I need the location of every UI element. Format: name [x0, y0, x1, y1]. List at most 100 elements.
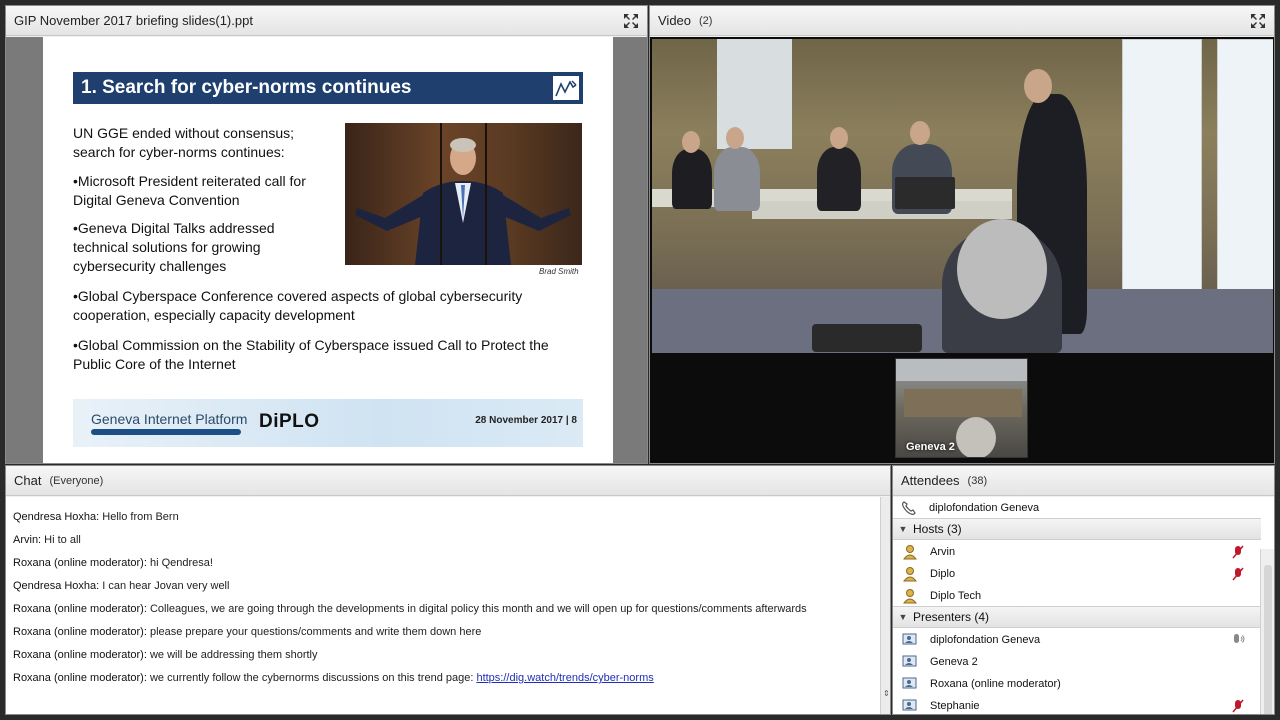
video-pod-title: Video	[658, 13, 692, 28]
slide-line: UN GGE ended without consensus;	[73, 125, 295, 141]
scrollbar-thumb[interactable]	[1264, 565, 1272, 714]
slide-line: •Geneva Digital Talks addressed	[73, 220, 275, 236]
person-head	[830, 127, 848, 149]
slide-canvas: 1. Search for cyber-norms continues UN G…	[6, 37, 647, 463]
person	[817, 147, 861, 211]
person-head	[1024, 69, 1052, 103]
share-pod-title: GIP November 2017 briefing slides(1).ppt	[14, 13, 253, 28]
slide-line: Public Core of the Internet	[73, 356, 236, 372]
chat-sender: Roxana (online moderator):	[13, 649, 147, 661]
attendee-row[interactable]: Diplo	[893, 563, 1261, 585]
person	[672, 149, 712, 209]
mic-muted-icon[interactable]	[1231, 567, 1245, 581]
thumbnail-label: Geneva 2	[906, 441, 955, 453]
presenters-group[interactable]: ▼ Presenters (4)	[893, 606, 1261, 628]
scroll-arrows-icon[interactable]: ⇕	[883, 689, 890, 698]
slide-line: •Global Commission on the Stability of C…	[73, 337, 549, 353]
gip-logo-text: Geneva Internet Platform	[91, 411, 248, 427]
slide-intro: UN GGE ended without consensus; search f…	[73, 124, 294, 162]
attendees-count: (38)	[967, 474, 988, 487]
chat-pod: Chat (Everyone) Qendresa Hoxha: Hello fr…	[5, 465, 891, 715]
attendee-name: diplofondation Geneva	[930, 634, 1041, 646]
presenter-icon	[902, 698, 920, 714]
host-user-icon	[902, 544, 920, 560]
chat-sender: Arvin:	[13, 534, 42, 546]
attendee-name: Arvin	[930, 546, 956, 558]
slide-bullet-3: •Global Cyberspace Conference covered as…	[73, 287, 522, 325]
slide: 1. Search for cyber-norms continues UN G…	[43, 37, 613, 463]
person-head	[726, 127, 744, 149]
slide-heading-text: 1. Search for cyber-norms continues	[81, 77, 412, 98]
attendee-row[interactable]: Geneva 2	[893, 651, 1261, 673]
chat-message: Qendresa Hoxha: I can hear Jovan very we…	[13, 580, 873, 603]
mic-active-icon[interactable]	[1231, 633, 1245, 647]
chat-scope: (Everyone)	[49, 474, 104, 487]
attendees-pod-title: Attendees	[901, 473, 960, 488]
slide-line: •Microsoft President reiterated call for	[73, 173, 306, 189]
slide-line: cybersecurity challenges	[73, 258, 227, 274]
slide-bullet-1: •Microsoft President reiterated call for…	[73, 172, 306, 210]
attendee-name: Diplo Tech	[930, 590, 982, 602]
attendee-row[interactable]: Arvin	[893, 541, 1261, 563]
main-video-feed[interactable]	[652, 39, 1273, 353]
chat-sender: Roxana (online moderator):	[13, 603, 147, 615]
share-pod: GIP November 2017 briefing slides(1).ppt…	[5, 5, 648, 464]
laptop	[895, 177, 955, 209]
mic-muted-icon[interactable]	[1231, 545, 1245, 559]
gip-swoosh	[91, 429, 241, 435]
chat-sender: Qendresa Hoxha:	[13, 511, 100, 523]
video-pod: Video (2) Geneva 2	[649, 5, 1275, 464]
chat-text: please prepare your questions/comments a…	[146, 626, 482, 638]
bag	[812, 324, 922, 352]
slide-footer-date: 28 November 2017 | 8	[475, 415, 577, 426]
chat-text: I can hear Jovan very well	[99, 580, 230, 592]
chat-messages: Qendresa Hoxha: Hello from Bern Arvin: H…	[6, 497, 880, 714]
banner-stand	[1217, 39, 1273, 299]
mic-muted-icon[interactable]	[1231, 699, 1245, 713]
chat-message: Qendresa Hoxha: Hello from Bern	[13, 511, 873, 534]
chat-text: we currently follow the cybernorms discu…	[146, 672, 477, 684]
current-user-row[interactable]: diplofondation Geneva	[893, 497, 1261, 519]
chat-text: Hi to all	[41, 534, 81, 546]
attendee-row[interactable]: Diplo Tech	[893, 585, 1261, 607]
trend-page-link[interactable]: https://dig.watch/trends/cyber-norms	[476, 672, 653, 684]
chat-message: Roxana (online moderator): hi Qendresa!	[13, 557, 873, 580]
video-body: Geneva 2	[650, 37, 1274, 463]
chat-sender: Roxana (online moderator):	[13, 626, 147, 638]
presenter-icon	[902, 632, 920, 648]
chat-scrollbar[interactable]: ⇕	[880, 497, 890, 714]
host-user-icon	[902, 566, 920, 582]
diplo-logo: DiPLO	[259, 411, 320, 432]
slide-line: cooperation, especially capacity develop…	[73, 307, 355, 323]
hosts-group[interactable]: ▼ Hosts (3)	[893, 518, 1261, 540]
slide-bullet-4: •Global Commission on the Stability of C…	[73, 336, 549, 374]
photo-caption: Brad Smith	[539, 267, 579, 276]
chat-sender: Roxana (online moderator):	[13, 557, 147, 569]
chat-pod-title: Chat	[14, 473, 42, 488]
chat-message: Roxana (online moderator): we currently …	[13, 672, 873, 695]
current-user-name: diplofondation Geneva	[929, 502, 1040, 514]
attendee-scrollbar[interactable]	[1260, 549, 1274, 714]
collapse-triangle-icon[interactable]: ▼	[893, 524, 913, 534]
attendees-pod: Attendees (38) diplofondation Geneva ▼ H…	[892, 465, 1275, 715]
attendee-row[interactable]: diplofondation Geneva	[893, 629, 1261, 651]
video-thumbnail-geneva-2[interactable]: Geneva 2	[895, 358, 1028, 458]
person	[714, 147, 760, 211]
chat-sender: Roxana (online moderator):	[13, 672, 147, 684]
attendee-row[interactable]: Roxana (online moderator)	[893, 673, 1261, 695]
chat-message: Roxana (online moderator): please prepar…	[13, 626, 873, 649]
table	[752, 201, 1012, 219]
chat-text: we will be addressing them shortly	[146, 649, 318, 661]
chat-text: Hello from Bern	[99, 511, 179, 523]
presenters-group-label: Presenters (4)	[913, 610, 990, 624]
collapse-triangle-icon[interactable]: ▼	[893, 612, 913, 622]
attendees-pod-header: Attendees (38)	[893, 466, 1274, 496]
slide-footer: Geneva Internet Platform DiPLO 28 Novemb…	[73, 399, 583, 447]
attendee-row[interactable]: Stephanie	[893, 695, 1261, 714]
fullscreen-icon[interactable]	[1250, 13, 1266, 29]
chat-text: Colleagues, we are going through the dev…	[146, 603, 807, 615]
trend-chart-icon	[553, 76, 579, 100]
fullscreen-icon[interactable]	[623, 13, 639, 29]
hosts-group-label: Hosts (3)	[913, 522, 962, 536]
presenter-icon	[902, 654, 920, 670]
